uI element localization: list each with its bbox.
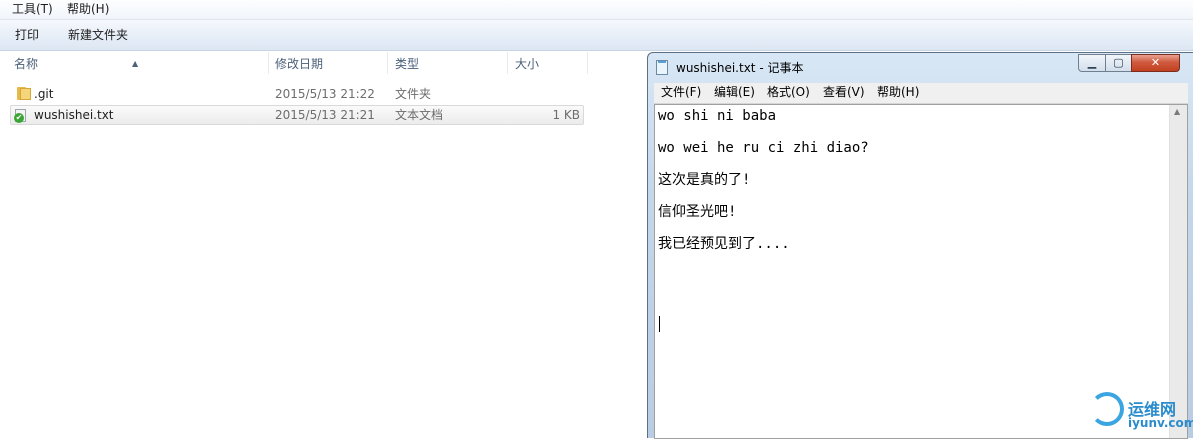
file-row-git[interactable]: .git 2015/5/13 21:22 文件夹 bbox=[10, 84, 584, 104]
menu-file[interactable]: 文件(F) bbox=[661, 85, 701, 100]
explorer-toolbar: 打印 新建文件夹 bbox=[0, 20, 1193, 51]
column-header-row: ▲ 名称 修改日期 类型 大小 bbox=[0, 52, 648, 76]
sort-ascending-icon: ▲ bbox=[132, 59, 139, 68]
watermark-en: iyunv.com bbox=[1128, 416, 1193, 430]
print-button[interactable]: 打印 bbox=[15, 27, 39, 43]
window-controls: ▁ ▢ ✕ bbox=[1078, 54, 1186, 73]
close-button[interactable]: ✕ bbox=[1131, 54, 1180, 72]
menu-help[interactable]: 帮助(H) bbox=[877, 85, 919, 100]
menu-view[interactable]: 查看(V) bbox=[823, 85, 865, 100]
watermark-logo: 运维网 iyunv.com bbox=[1088, 388, 1193, 438]
file-date: 2015/5/13 21:21 bbox=[275, 108, 375, 122]
menu-edit[interactable]: 编辑(E) bbox=[714, 85, 755, 100]
scroll-up-icon[interactable]: ▲ bbox=[1174, 107, 1180, 116]
new-folder-button[interactable]: 新建文件夹 bbox=[68, 27, 128, 43]
notepad-icon bbox=[656, 60, 668, 75]
watermark-ring-icon bbox=[1090, 392, 1124, 426]
menu-format[interactable]: 格式(O) bbox=[767, 85, 810, 100]
column-divider[interactable] bbox=[507, 52, 508, 74]
notepad-menubar: 文件(F) 编辑(E) 格式(O) 查看(V) 帮助(H) bbox=[654, 83, 1188, 104]
column-type[interactable]: 类型 bbox=[395, 57, 419, 71]
column-divider[interactable] bbox=[587, 52, 588, 74]
minimize-button[interactable]: ▁ bbox=[1078, 54, 1106, 72]
text-line: wo shi ni baba bbox=[658, 108, 777, 124]
file-size: 1 KB bbox=[552, 108, 580, 122]
notepad-window: wushishei.txt - 记事本 ▁ ▢ ✕ 文件(F) 编辑(E) 格式… bbox=[647, 52, 1193, 439]
file-row-wushishei[interactable]: ✔ wushishei.txt 2015/5/13 21:21 文本文档 1 K… bbox=[10, 105, 584, 125]
maximize-button[interactable]: ▢ bbox=[1105, 54, 1132, 72]
notepad-title: wushishei.txt - 记事本 bbox=[676, 61, 804, 75]
column-divider[interactable] bbox=[268, 52, 269, 74]
column-divider[interactable] bbox=[387, 52, 388, 74]
text-line: wo wei he ru ci zhi diao? bbox=[658, 140, 869, 156]
text-line: 信仰圣光吧! bbox=[658, 204, 737, 220]
file-type: 文本文档 bbox=[395, 108, 444, 122]
folder-icon bbox=[17, 87, 31, 100]
menu-tools[interactable]: 工具(T) bbox=[12, 1, 53, 17]
file-name: .git bbox=[34, 87, 54, 101]
column-name[interactable]: 名称 bbox=[14, 57, 38, 71]
file-name: wushishei.txt bbox=[34, 108, 114, 122]
file-date: 2015/5/13 21:22 bbox=[275, 87, 375, 101]
text-caret bbox=[659, 316, 660, 332]
explorer-menubar: 工具(T) 帮助(H) bbox=[0, 0, 1193, 20]
column-date[interactable]: 修改日期 bbox=[275, 57, 323, 71]
column-size[interactable]: 大小 bbox=[515, 57, 539, 71]
text-line: 这次是真的了! bbox=[658, 172, 751, 188]
text-line: 我已经预见到了.... bbox=[658, 236, 790, 252]
text-file-icon: ✔ bbox=[14, 109, 27, 123]
file-type: 文件夹 bbox=[395, 87, 432, 101]
menu-help[interactable]: 帮助(H) bbox=[67, 1, 109, 17]
